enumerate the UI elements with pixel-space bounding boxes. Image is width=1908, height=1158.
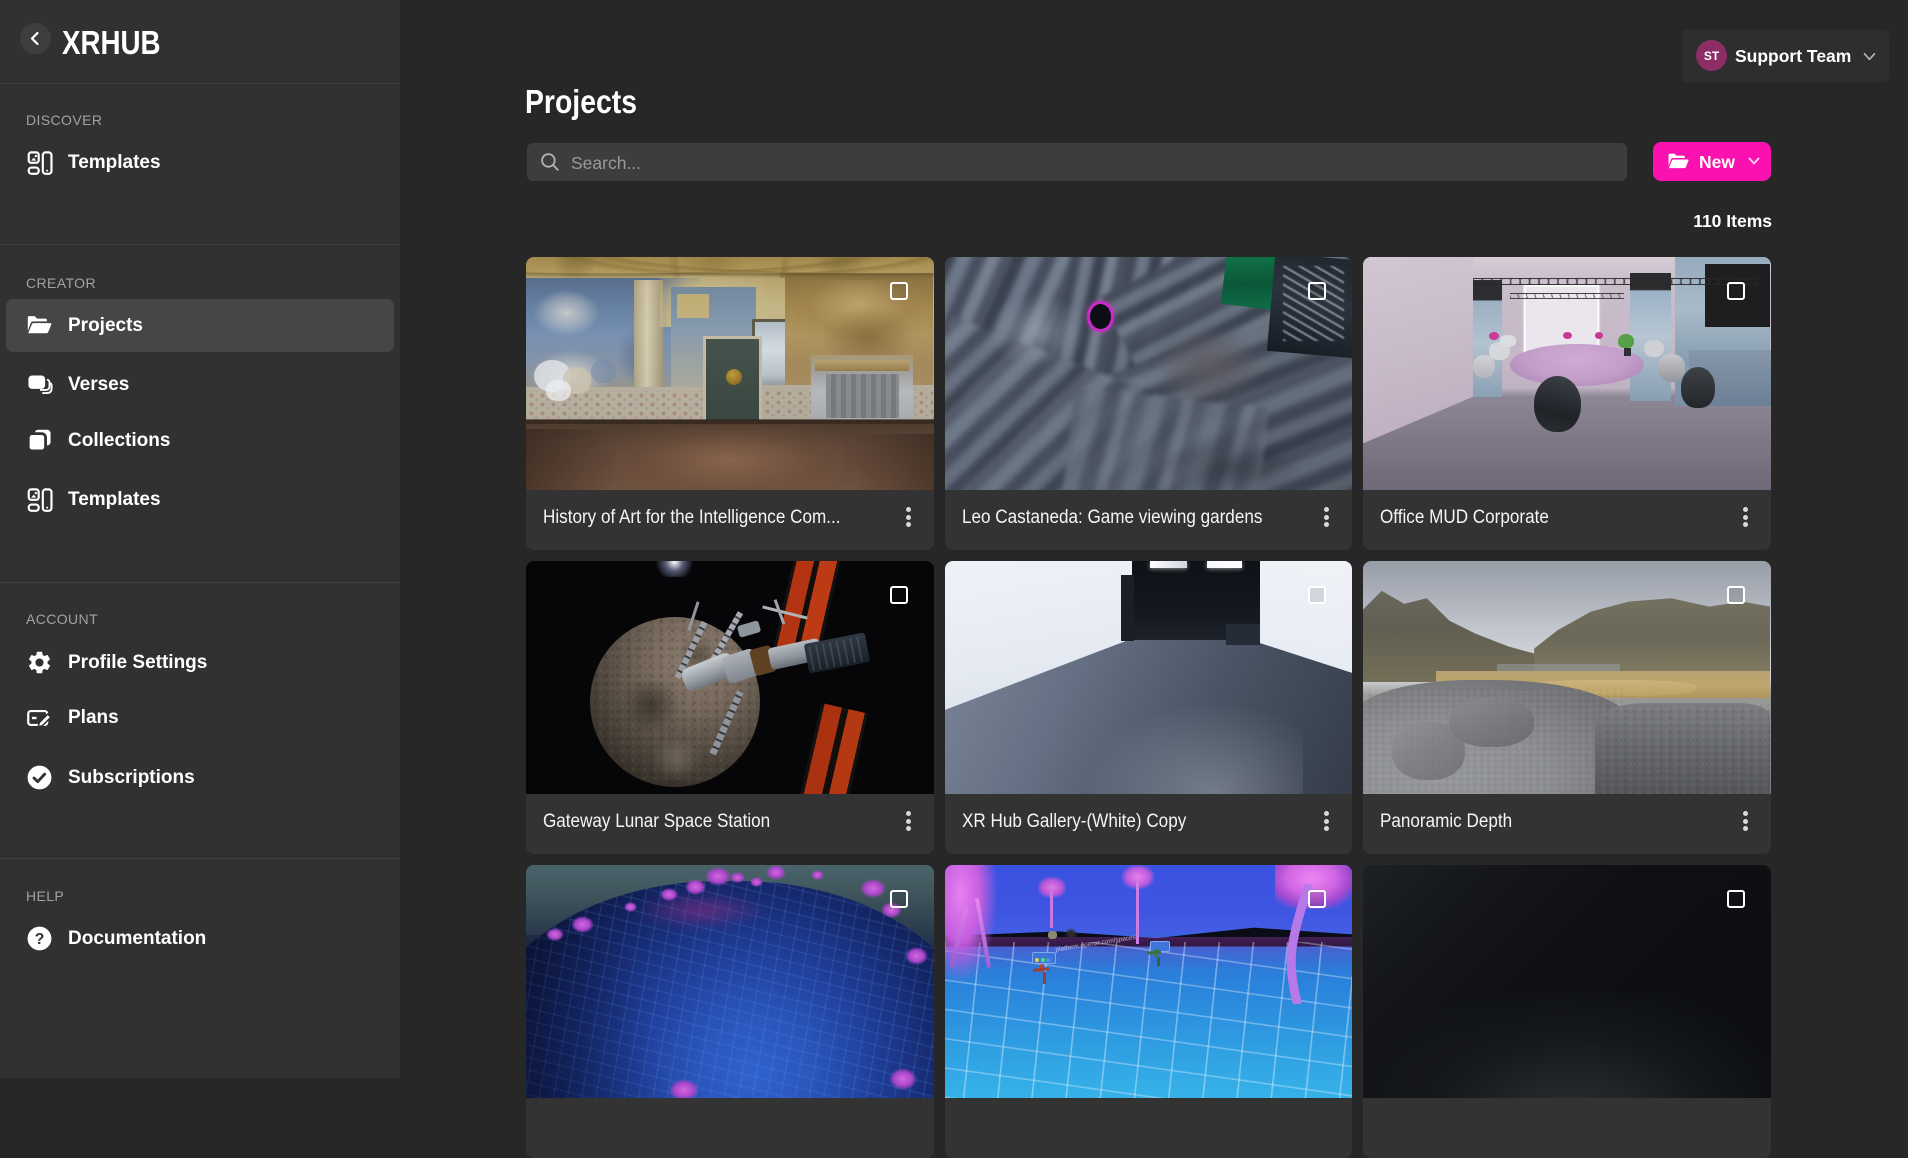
svg-text:?: ?	[35, 931, 45, 948]
